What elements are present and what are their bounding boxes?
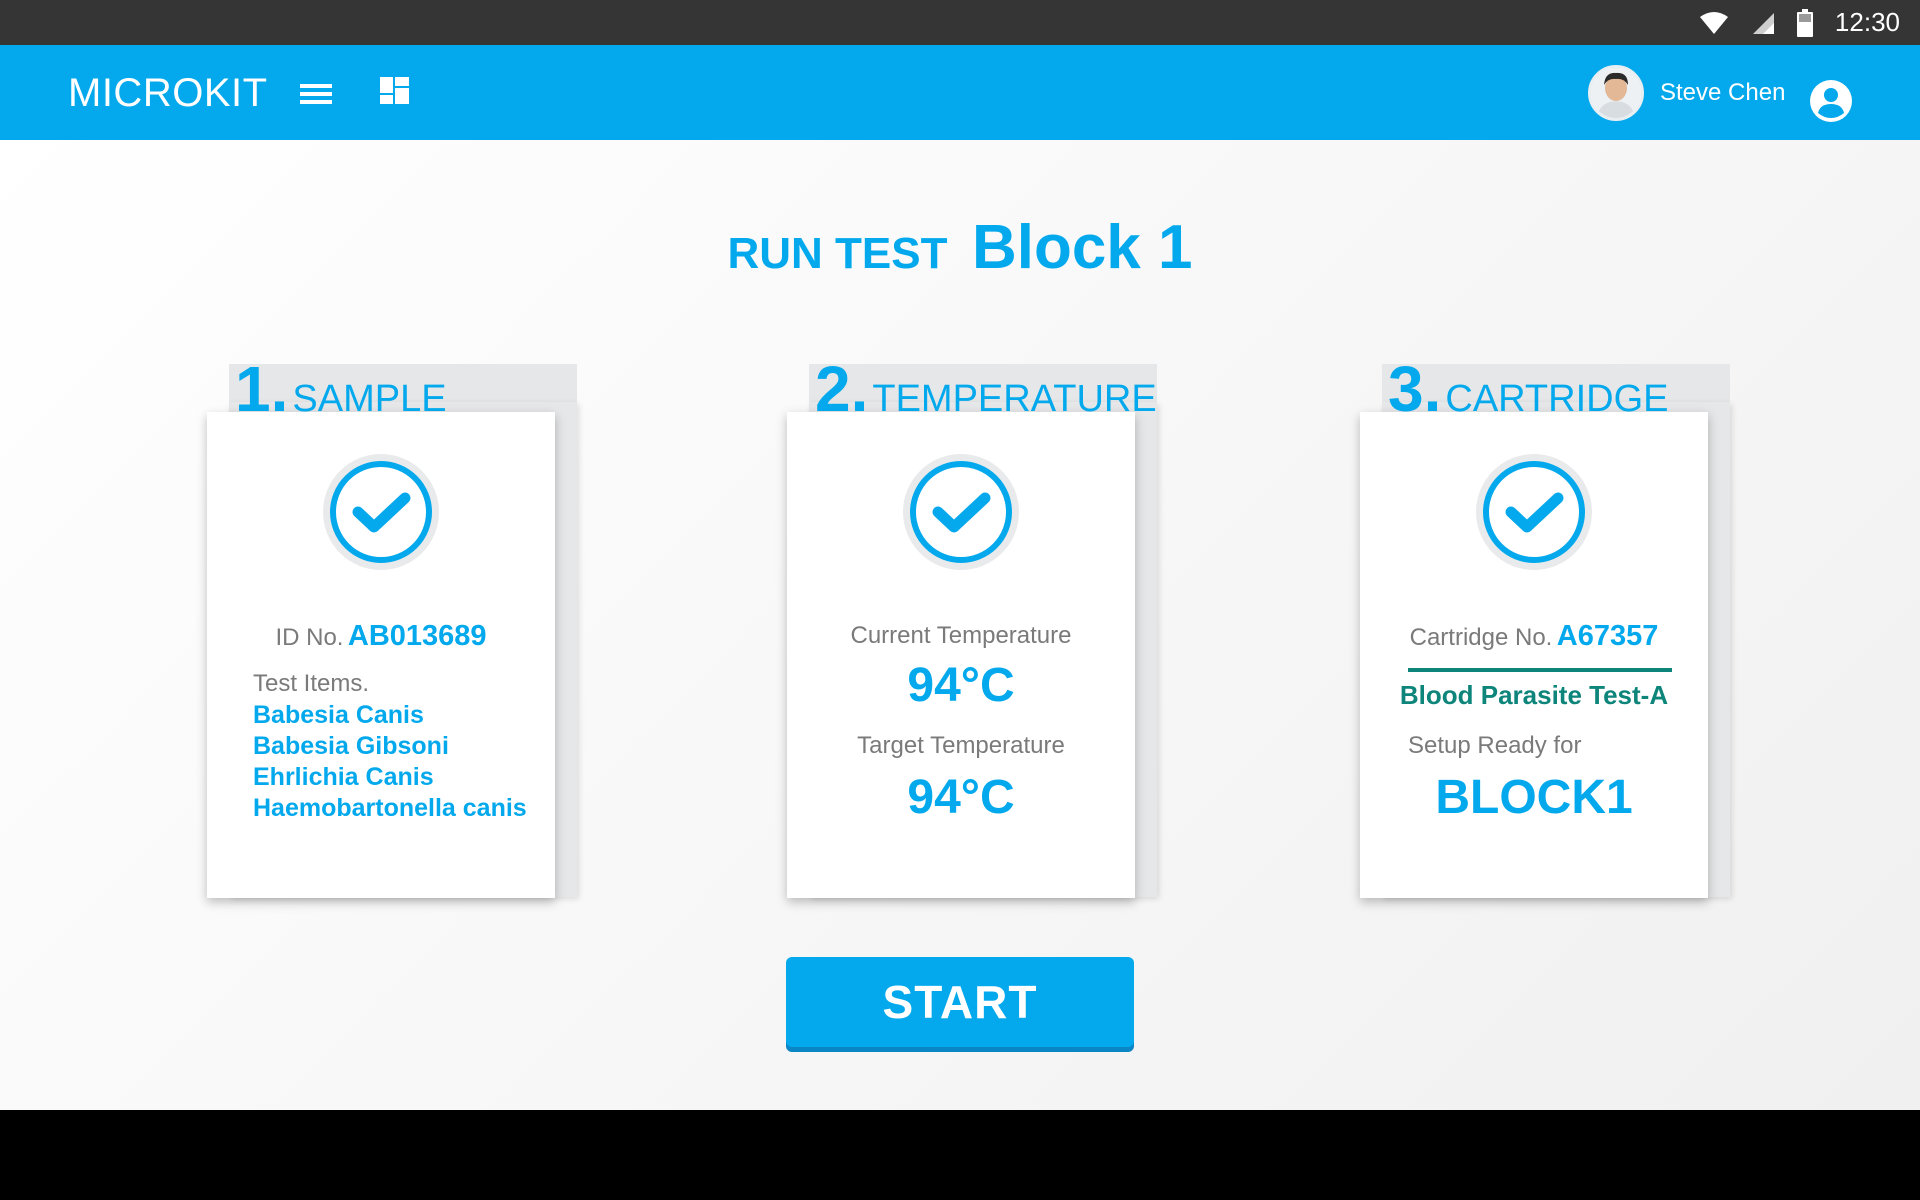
avatar [1588, 65, 1644, 121]
check-icon [1476, 454, 1592, 570]
temperature-card: Current Temperature 94°C Target Temperat… [787, 412, 1135, 898]
step-number: 3. [1388, 353, 1442, 425]
step-heading: 3. CARTRIDGE [1388, 352, 1669, 425]
app-bar: MICROKIT Steve Chen [0, 45, 1920, 140]
cartridge-card: Cartridge No. A67357 Blood Parasite Test… [1360, 412, 1708, 898]
test-name: Blood Parasite Test-A [1399, 680, 1669, 710]
step-title: CARTRIDGE [1445, 378, 1669, 420]
sample-card: ID No. AB013689 Test Items. Babesia Cani… [207, 412, 555, 898]
account-circle-icon[interactable] [1808, 78, 1854, 124]
battery-icon [1796, 8, 1813, 37]
test-item: Babesia Gibsoni [253, 732, 449, 760]
start-button[interactable]: START [786, 957, 1134, 1047]
step-temperature: Current Temperature 94°C Target Temperat… [787, 352, 1157, 912]
main-content: RUN TEST Block 1 ID No. AB013689 Test It… [0, 140, 1920, 1110]
step-title: TEMPERATURE [872, 378, 1157, 420]
test-item: Haemobartonella canis [253, 794, 527, 822]
page-title: RUN TEST Block 1 [0, 212, 1920, 283]
step-title: SAMPLE [292, 378, 447, 420]
setup-label: Setup Ready for [1408, 732, 1582, 759]
test-items: Test Items. Babesia Canis Babesia Gibson… [253, 670, 527, 822]
check-icon [323, 454, 439, 570]
step-number: 2. [815, 353, 869, 425]
test-item: Babesia Canis [253, 701, 424, 729]
run-test-label: RUN TEST [727, 229, 948, 278]
step-number: 1. [235, 353, 289, 425]
test-item: Ehrlichia Canis [253, 763, 434, 791]
setup-value: BLOCK1 [1435, 771, 1633, 824]
wifi-icon [1699, 11, 1729, 35]
current-temperature-label: Current Temperature [850, 622, 1072, 649]
user-name: Steve Chen [1660, 79, 1786, 106]
clock: 12:30 [1834, 7, 1900, 37]
target-temperature-value: 94°C [907, 771, 1015, 824]
cartridge-number: Cartridge No. A67357 [1409, 620, 1659, 652]
step-heading: 1. SAMPLE [235, 352, 447, 425]
step-heading: 2. TEMPERATURE [815, 352, 1157, 425]
status-bar: 12:30 [0, 0, 1920, 45]
cell-signal-icon [1751, 11, 1775, 35]
app-title: MICROKIT [68, 71, 268, 115]
step-sample: ID No. AB013689 Test Items. Babesia Cani… [207, 352, 577, 912]
sample-id: ID No. AB013689 [275, 620, 487, 652]
step-cartridge: Cartridge No. A67357 Blood Parasite Test… [1360, 352, 1730, 912]
target-temperature-label: Target Temperature [857, 732, 1065, 759]
user-profile[interactable]: Steve Chen [1588, 61, 1785, 125]
current-temperature-value: 94°C [907, 659, 1015, 712]
block-label: Block 1 [971, 213, 1193, 282]
dashboard-icon[interactable] [380, 73, 420, 113]
navigation-bar [0, 1110, 1920, 1200]
divider [1408, 668, 1672, 672]
menu-icon[interactable] [300, 75, 342, 111]
check-icon [903, 454, 1019, 570]
